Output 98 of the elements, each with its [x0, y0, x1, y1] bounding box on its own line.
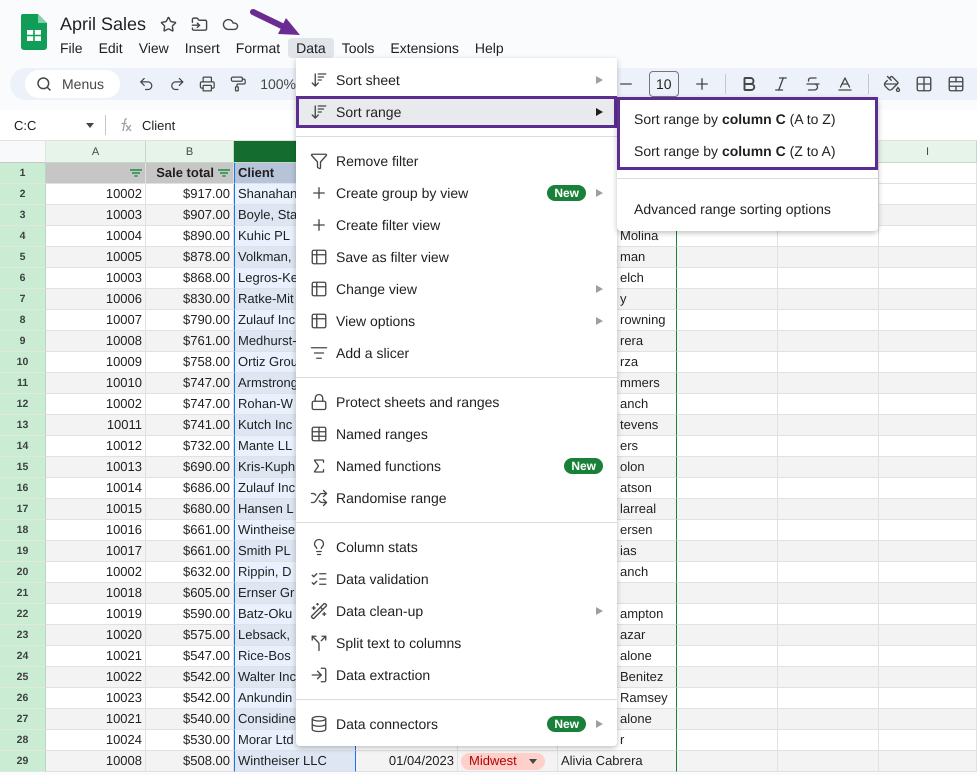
strikethrough-icon[interactable] — [804, 75, 822, 93]
menu-bar-item[interactable]: Edit — [90, 38, 131, 58]
sort-icon — [310, 103, 328, 121]
print-icon[interactable] — [199, 75, 216, 93]
row-header[interactable]: 11 — [0, 373, 46, 394]
menu-item[interactable]: Sort range by column C (A to Z) — [617, 103, 878, 135]
menu-bar-item[interactable]: Format — [228, 38, 288, 58]
table-icon — [310, 312, 328, 330]
cloud-icon[interactable] — [222, 16, 240, 33]
undo-icon[interactable] — [138, 75, 155, 93]
new-badge: New — [547, 716, 586, 732]
menu-item[interactable]: Sort range by column C (Z to A) — [617, 135, 878, 167]
slicer-icon — [310, 344, 328, 362]
row-header[interactable]: 20 — [0, 562, 46, 583]
menu-bar-item[interactable]: Insert — [176, 38, 228, 58]
row-header[interactable]: 13 — [0, 415, 46, 436]
wand-icon — [310, 602, 328, 620]
name-box[interactable]: C:C — [14, 118, 44, 132]
star-icon[interactable] — [160, 16, 178, 33]
row-header[interactable]: 29 — [0, 751, 46, 772]
row-header[interactable]: 22 — [0, 604, 46, 625]
menu-bar-item[interactable]: Data — [288, 38, 334, 58]
row-header[interactable]: 7 — [0, 289, 46, 310]
menu-bar-item[interactable]: Help — [466, 38, 512, 58]
menu-bar-item[interactable]: Tools — [334, 38, 382, 58]
row-header[interactable]: 17 — [0, 499, 46, 520]
sort-icon — [310, 71, 328, 89]
table-cell: $508.00 — [146, 751, 234, 772]
row-header[interactable]: 18 — [0, 520, 46, 541]
table-cell: 01/04/2023 — [356, 751, 458, 772]
document-title[interactable]: April Sales — [60, 14, 146, 35]
filter-icon — [310, 152, 328, 170]
corner-cell[interactable] — [0, 141, 46, 163]
row-header[interactable]: 19 — [0, 541, 46, 562]
header-cell: Sale total — [146, 163, 234, 184]
font-size-field[interactable]: 10 — [649, 71, 679, 97]
new-badge: New — [564, 458, 603, 474]
menu-bar-item[interactable]: View — [130, 38, 177, 58]
table-cell: Wintheiser LLC — [234, 751, 356, 772]
region-chip[interactable]: Midwest — [461, 752, 545, 770]
table-icon — [310, 425, 328, 443]
caret-icon[interactable] — [528, 758, 537, 764]
checklist-icon — [310, 570, 328, 588]
row-header[interactable]: 10 — [0, 352, 46, 373]
menu-item[interactable]: Sort range — [296, 96, 617, 128]
arrow-in-icon — [310, 666, 328, 684]
menu-bar-item[interactable]: File — [52, 38, 91, 58]
row-header[interactable]: 12 — [0, 394, 46, 415]
row-header[interactable]: 5 — [0, 247, 46, 268]
search-icon[interactable] — [36, 76, 52, 92]
new-badge: New — [547, 185, 586, 201]
row-header[interactable]: 3 — [0, 205, 46, 226]
plus-icon — [310, 184, 328, 202]
sheets-logo[interactable] — [21, 14, 47, 50]
table-cell: Alivia Cabrera — [558, 751, 677, 772]
database-icon — [310, 715, 328, 733]
merge-cells-icon[interactable] — [946, 75, 965, 93]
row-header[interactable]: 25 — [0, 667, 46, 688]
row-header[interactable]: 24 — [0, 646, 46, 667]
search-field[interactable]: Menus — [60, 75, 120, 93]
row-header[interactable]: 23 — [0, 625, 46, 646]
row-header[interactable]: 6 — [0, 268, 46, 289]
plus-icon — [310, 216, 328, 234]
row-header[interactable]: 28 — [0, 730, 46, 751]
borders-icon[interactable] — [914, 75, 933, 93]
row-header[interactable]: 9 — [0, 331, 46, 352]
row-header[interactable]: 21 — [0, 583, 46, 604]
annotation-arrow — [250, 9, 300, 35]
folder-icon[interactable] — [191, 16, 208, 33]
column-header[interactable]: B — [146, 141, 234, 163]
column-header[interactable]: I — [879, 141, 977, 163]
row-header[interactable]: 16 — [0, 478, 46, 499]
row-header[interactable]: 2 — [0, 184, 46, 205]
row-header[interactable]: 8 — [0, 310, 46, 331]
lock-icon — [310, 393, 328, 411]
menu-item[interactable]: Advanced range sorting options — [617, 193, 878, 225]
row-header[interactable]: 26 — [0, 688, 46, 709]
search-bar[interactable]: Menus — [25, 70, 120, 98]
menu-item[interactable]: Sort sheet — [296, 64, 617, 96]
text-color-icon[interactable] — [836, 75, 854, 93]
row-header[interactable]: 15 — [0, 457, 46, 478]
shuffle-icon — [310, 489, 328, 507]
table-icon — [310, 248, 328, 266]
formula-text[interactable]: Client — [142, 118, 176, 132]
table-icon — [310, 280, 328, 298]
redo-icon[interactable] — [168, 75, 186, 93]
column-header[interactable]: A — [46, 141, 146, 163]
row-header[interactable]: 14 — [0, 436, 46, 457]
row-header[interactable]: 1 — [0, 163, 46, 184]
caret-icon[interactable] — [86, 122, 94, 128]
paint-roller-icon[interactable] — [230, 75, 246, 93]
menu-bar-item[interactable]: Extensions — [382, 38, 467, 58]
row-header[interactable]: 27 — [0, 709, 46, 730]
split-icon — [310, 634, 328, 652]
row-header[interactable]: 4 — [0, 226, 46, 247]
paint-bucket-icon[interactable] — [882, 75, 901, 93]
table-cell: 10008 — [46, 751, 146, 772]
zoom-selector[interactable]: 100% — [260, 76, 296, 92]
